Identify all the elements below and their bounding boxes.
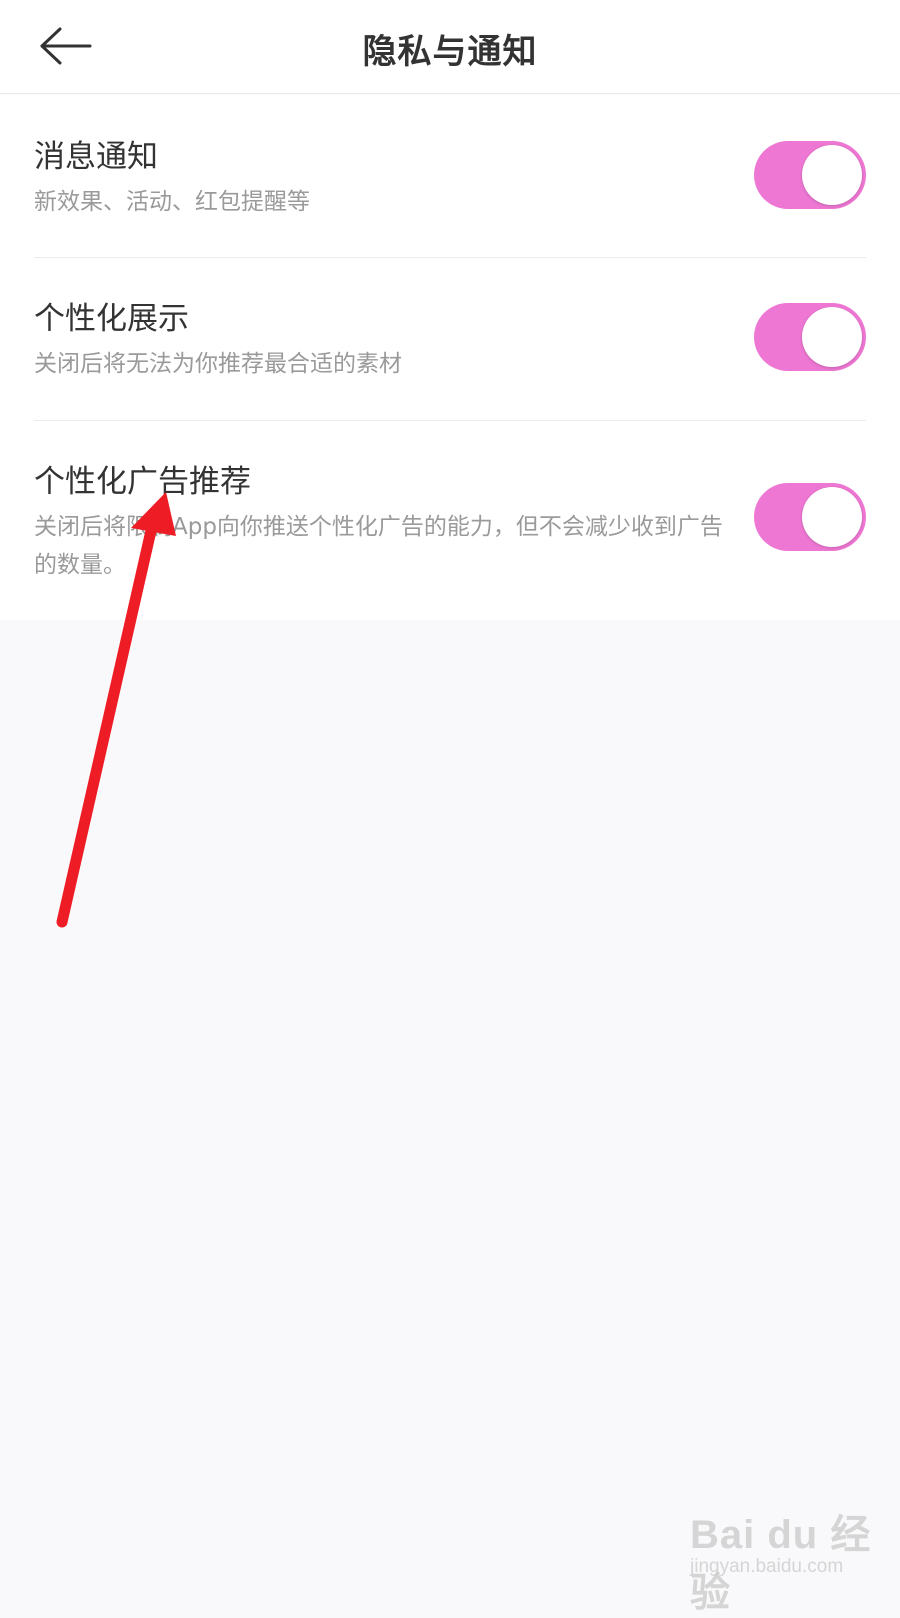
toggle-knob — [802, 307, 862, 367]
personalized-display-toggle[interactable] — [754, 303, 866, 371]
setting-description: 关闭后将限制App向你推送个性化广告的能力，但不会减少收到广告的数量。 — [34, 514, 723, 578]
setting-description: 关闭后将无法为你推荐最合适的素材 — [34, 351, 402, 377]
watermark: Bai du 经验 jingyan.baidu.com — [690, 1502, 890, 1615]
top-bar: 隐私与通知 — [0, 0, 900, 94]
toggle-knob — [802, 487, 862, 547]
page-title: 隐私与通知 — [362, 32, 538, 72]
setting-personalized-display: 个性化展示 关闭后将无法为你推荐最合适的素材 — [34, 257, 866, 421]
setting-title: 个性化广告推荐 — [34, 464, 251, 500]
toggle-knob — [802, 145, 862, 205]
setting-message-notification: 消息通知 新效果、活动、红包提醒等 — [34, 95, 866, 258]
watermark-url: jingyan.baidu.com — [690, 1556, 844, 1577]
setting-title: 消息通知 — [34, 139, 158, 175]
setting-description: 新效果、活动、红包提醒等 — [34, 189, 310, 215]
setting-title: 个性化展示 — [34, 301, 189, 337]
message-notification-toggle[interactable] — [754, 141, 866, 209]
setting-personalized-ads: 个性化广告推荐 关闭后将限制App向你推送个性化广告的能力，但不会减少收到广告的… — [34, 420, 866, 620]
personalized-ads-toggle[interactable] — [754, 483, 866, 551]
settings-list: 消息通知 新效果、活动、红包提醒等 个性化展示 关闭后将无法为你推荐最合适的素材… — [0, 95, 900, 620]
